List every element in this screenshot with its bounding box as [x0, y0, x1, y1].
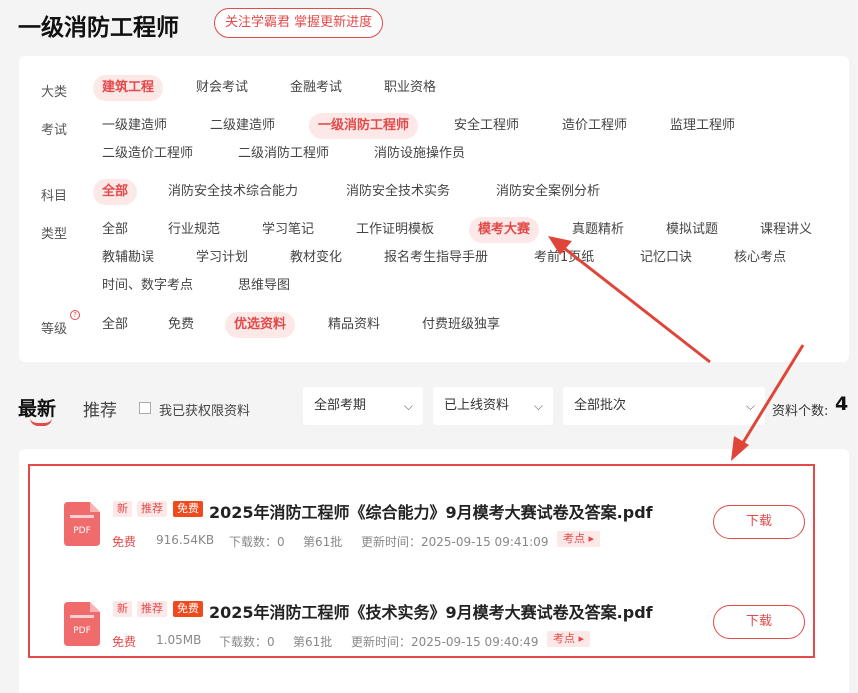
- filter-type-item[interactable]: 课程讲义: [751, 217, 821, 243]
- file-count-value: 4: [835, 393, 849, 415]
- filter-type-item[interactable]: 真题精析: [563, 217, 633, 243]
- filter-panel: 大类 建筑工程 财会考试 金融考试 职业资格 考试 一级建造师 二级建造师 一级…: [19, 56, 849, 362]
- select-value: 已上线资料: [444, 398, 510, 413]
- follow-button[interactable]: 关注学霸君 掌握更新进度: [214, 8, 384, 38]
- permission-checkbox[interactable]: [139, 402, 151, 414]
- chevron-down-icon: ⌵: [533, 399, 543, 413]
- file-count-label: 资料个数:: [772, 404, 829, 419]
- filter-category-construction[interactable]: 建筑工程: [93, 75, 164, 101]
- filter-label-type: 类型: [41, 227, 68, 242]
- filter-level-item[interactable]: 精品资料: [319, 312, 389, 338]
- filter-level-item[interactable]: 付费班级独享: [413, 312, 509, 338]
- filter-exam-item[interactable]: 监理工程师: [661, 113, 744, 139]
- filter-label-category: 大类: [41, 85, 68, 100]
- tab-recommend[interactable]: 推荐: [83, 396, 117, 421]
- filter-label-subject: 科目: [41, 189, 68, 204]
- exam-period-select[interactable]: 全部考期 ⌵: [303, 387, 423, 425]
- select-value: 全部批次: [574, 398, 627, 413]
- tab-active-indicator: [30, 418, 52, 426]
- filter-subject-item[interactable]: 消防安全案例分析: [487, 179, 609, 205]
- filter-type-item[interactable]: 报名考生指导手册: [375, 245, 497, 271]
- select-value: 全部考期: [314, 398, 367, 413]
- filter-level-item-active[interactable]: 优选资料: [225, 312, 296, 338]
- filter-exam-item[interactable]: 安全工程师: [445, 113, 528, 139]
- chevron-down-icon: ⌵: [403, 399, 413, 413]
- batch-select[interactable]: 全部批次 ⌵: [563, 387, 765, 425]
- filter-level-item[interactable]: 免费: [159, 312, 203, 338]
- filter-category-vocational[interactable]: 职业资格: [375, 75, 445, 101]
- filter-exam-item[interactable]: 一级建造师: [93, 113, 176, 139]
- filter-type-item[interactable]: 记忆口诀: [631, 245, 701, 271]
- filter-type-item[interactable]: 学习笔记: [253, 217, 323, 243]
- filter-type-item[interactable]: 核心考点: [725, 245, 795, 271]
- filter-type-item[interactable]: 思维导图: [229, 273, 299, 299]
- annotation-highlight-box: [28, 464, 815, 658]
- status-select[interactable]: 已上线资料 ⌵: [433, 387, 553, 425]
- filter-level-item[interactable]: 全部: [93, 312, 137, 338]
- filter-type-item[interactable]: 教辅勘误: [93, 245, 163, 271]
- filter-subject-item[interactable]: 消防安全技术实务: [337, 179, 459, 205]
- filter-subject-item[interactable]: 消防安全技术综合能力: [159, 179, 307, 205]
- filter-type-item[interactable]: 教材变化: [281, 245, 351, 271]
- help-icon[interactable]: ?: [70, 310, 80, 320]
- filter-type-item[interactable]: 行业规范: [159, 217, 229, 243]
- filter-exam-item[interactable]: 二级建造师: [201, 113, 284, 139]
- filter-type-item[interactable]: 全部: [93, 217, 137, 243]
- filter-type-item[interactable]: 学习计划: [187, 245, 257, 271]
- page-title: 一级消防工程师: [18, 15, 179, 41]
- filter-label-level: 等级: [41, 322, 68, 337]
- chevron-down-icon: ⌵: [745, 399, 755, 413]
- filter-type-item[interactable]: 模拟试题: [657, 217, 727, 243]
- tab-latest[interactable]: 最新: [18, 394, 56, 421]
- filter-exam-item-active[interactable]: 一级消防工程师: [309, 113, 419, 139]
- filter-exam-item[interactable]: 造价工程师: [553, 113, 636, 139]
- filter-type-item[interactable]: 考前1页纸: [525, 245, 603, 271]
- filter-category-accounting[interactable]: 财会考试: [187, 75, 257, 101]
- filter-subject-all[interactable]: 全部: [93, 179, 138, 205]
- filter-type-item[interactable]: 时间、数字考点: [93, 273, 202, 299]
- filter-category-finance[interactable]: 金融考试: [281, 75, 351, 101]
- filter-exam-item[interactable]: 消防设施操作员: [365, 141, 474, 167]
- filter-type-item-active[interactable]: 模考大赛: [469, 217, 540, 243]
- permission-checkbox-label: 我已获权限资料: [159, 404, 251, 419]
- filter-exam-item[interactable]: 二级消防工程师: [229, 141, 338, 167]
- filter-type-item[interactable]: 工作证明模板: [347, 217, 443, 243]
- filter-exam-item[interactable]: 二级造价工程师: [93, 141, 202, 167]
- filter-label-exam: 考试: [41, 123, 68, 138]
